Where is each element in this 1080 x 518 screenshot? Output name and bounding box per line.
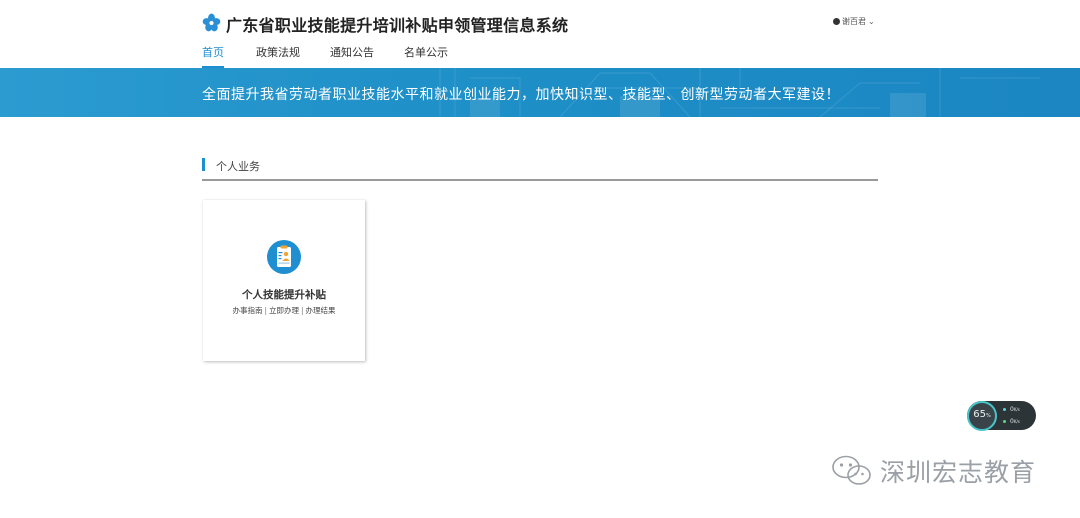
page-header: 广东省职业技能提升培训补贴申领管理信息系统 谢百君 ⌄ 首页 政策法规 通知公告… xyxy=(0,0,1080,68)
user-icon xyxy=(833,18,840,25)
site-title: 广东省职业技能提升培训补贴申领管理信息系统 xyxy=(226,16,569,35)
nav-announcements[interactable]: 通知公告 xyxy=(330,44,374,68)
section-accent-bar xyxy=(202,158,205,171)
banner-slogan: 全面提升我省劳动者职业技能水平和就业创业能力，加快知识型、技能型、创新型劳动者大… xyxy=(202,87,840,103)
link-separator: | xyxy=(264,306,267,315)
nav-home[interactable]: 首页 xyxy=(202,44,224,68)
guide-link[interactable]: 办事指南 xyxy=(232,306,262,315)
user-menu[interactable]: 谢百君 ⌄ xyxy=(833,16,875,27)
download-dot-icon xyxy=(1003,420,1006,423)
download-speed: 0K/s xyxy=(1003,418,1020,425)
service-card-skill-subsidy[interactable]: 个人技能提升补贴 办事指南 | 立即办理 | 办理结果 xyxy=(203,200,365,361)
banner: 全面提升我省劳动者职业技能水平和就业创业能力，加快知识型、技能型、创新型劳动者大… xyxy=(0,68,1080,117)
result-link[interactable]: 办理结果 xyxy=(306,306,336,315)
clipboard-person-icon xyxy=(267,240,301,274)
upload-speed: 0K/s xyxy=(1003,406,1020,413)
nav-policies[interactable]: 政策法规 xyxy=(256,44,300,68)
network-speed-widget[interactable]: 65% 0K/s 0K/s xyxy=(967,401,1036,431)
watermark-text: 深圳宏志教育 xyxy=(880,458,1037,487)
card-title: 个人技能提升补贴 xyxy=(242,289,326,301)
section-divider xyxy=(202,179,878,181)
upload-dot-icon xyxy=(1003,408,1006,411)
chevron-down-icon: ⌄ xyxy=(868,17,875,26)
apply-now-link[interactable]: 立即办理 xyxy=(269,306,299,315)
flower-logo-icon xyxy=(202,13,221,32)
link-separator: | xyxy=(301,306,304,315)
nav-public-list[interactable]: 名单公示 xyxy=(404,44,448,68)
section-title: 个人业务 xyxy=(216,160,260,173)
wechat-icon xyxy=(832,455,871,485)
user-name: 谢百君 xyxy=(842,17,866,26)
usage-percent: 65% xyxy=(973,409,991,420)
watermark: 深圳宏志教育 xyxy=(830,453,1036,489)
card-links: 办事指南 | 立即办理 | 办理结果 xyxy=(203,305,365,316)
